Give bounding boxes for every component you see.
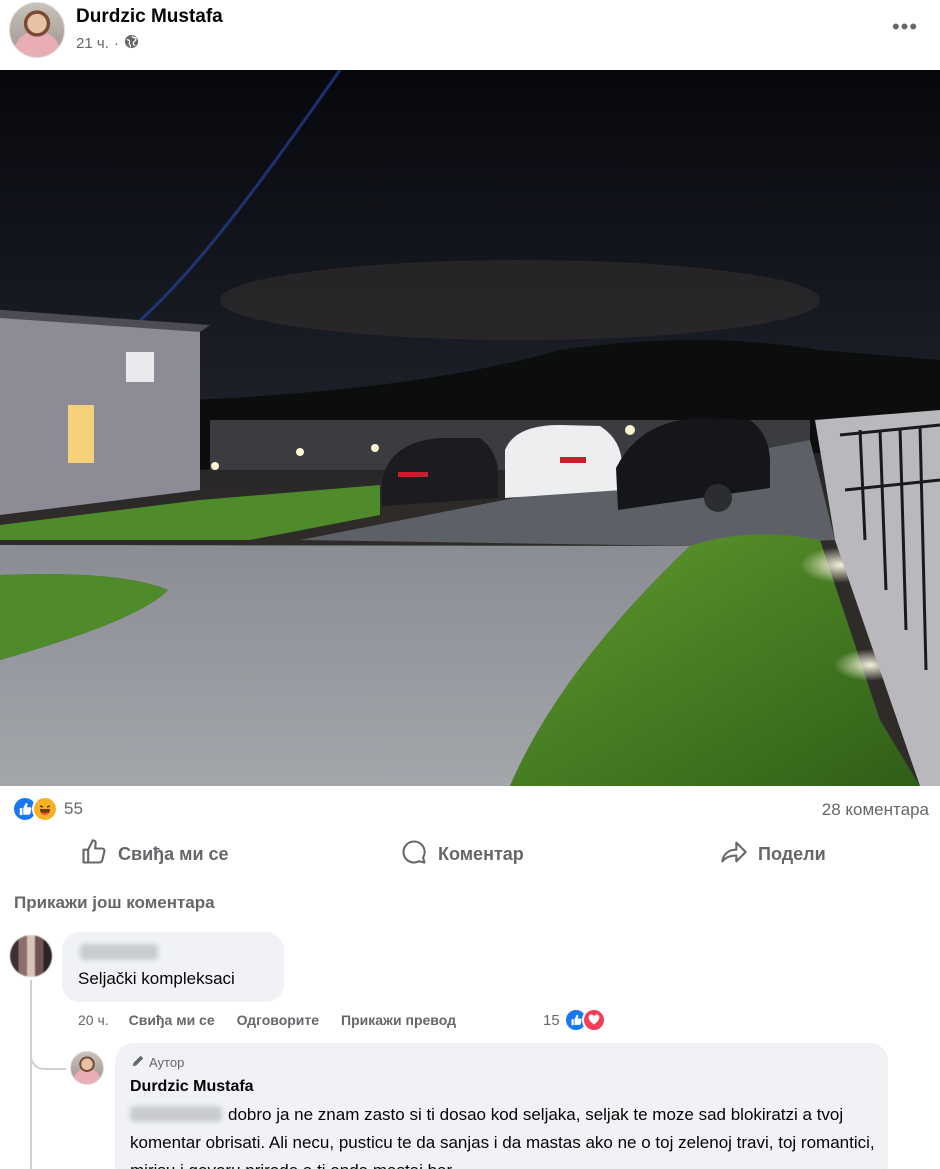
post-time[interactable]: 21 ч. [76,35,109,52]
reply-author-avatar[interactable] [70,1051,104,1085]
more-options-button[interactable]: ••• [890,12,920,42]
blurred-mention [130,1106,222,1122]
comment-bubble: Seljački kompleksaci [62,932,284,1002]
reply-author-name[interactable]: Durdzic Mustafa [130,1078,254,1096]
comments-count[interactable]: 28 коментара [822,800,929,820]
reply-text: dobro ja ne znam zasto si ti dosao kod s… [130,1105,875,1169]
blurred-commenter-name [80,944,158,960]
post-photo[interactable] [0,70,940,786]
heart-icon [581,1008,606,1032]
globe-icon [124,34,139,53]
reply-text-block: dobro ja ne znam zasto si ti dosao kod s… [130,1101,875,1169]
night-driveway-photo [0,70,940,786]
thumbs-up-icon [80,838,108,871]
post-actions: Свиђа ми се Коментар Подели [0,832,940,876]
post-meta: 21 ч. · [76,34,139,53]
pencil-icon [131,1054,145,1071]
reaction-count: 55 [64,799,83,818]
comment-button[interactable]: Коментар [400,838,524,871]
share-label: Подели [758,844,826,864]
show-more-comments-link[interactable]: Прикажи још коментара [14,893,215,913]
thread-line [30,980,32,1169]
share-button[interactable]: Подели [720,838,826,871]
thread-branch [30,1048,66,1070]
post-header: Durdzic Mustafa 21 ч. · ••• [0,0,940,70]
author-badge-label: Аутор [149,1055,185,1070]
author-avatar[interactable] [9,2,65,58]
share-arrow-icon [720,838,748,871]
comment-time[interactable]: 20 ч. [78,1012,109,1028]
comment-like-link[interactable]: Свиђа ми се [129,1012,215,1028]
comment-reply-link[interactable]: Одговорите [237,1012,319,1028]
commenter-avatar[interactable] [10,935,52,977]
more-icon: ••• [891,14,919,39]
comment-text: Seljački kompleksaci [78,969,235,988]
comment-translate-link[interactable]: Прикажи превод [341,1012,456,1028]
like-button[interactable]: Свиђа ми се [80,838,229,871]
like-label: Свиђа ми се [118,844,229,864]
comment-meta: 20 ч. Свиђа ми се Одговорите Прикажи пре… [78,1012,478,1028]
haha-icon [32,796,58,822]
comment-reactions[interactable]: 15 [543,1008,606,1032]
meta-separator: · [113,35,119,52]
comment-reaction-count: 15 [543,1011,560,1029]
comment-bubble-icon [400,838,428,871]
comment-label: Коментар [438,844,524,864]
reply-bubble: Аутор Durdzic Mustafa dobro ja ne znam z… [115,1043,888,1169]
author-badge: Аутор [131,1054,184,1071]
reaction-summary[interactable]: 55 [12,796,83,822]
author-name[interactable]: Durdzic Mustafa [76,6,223,28]
